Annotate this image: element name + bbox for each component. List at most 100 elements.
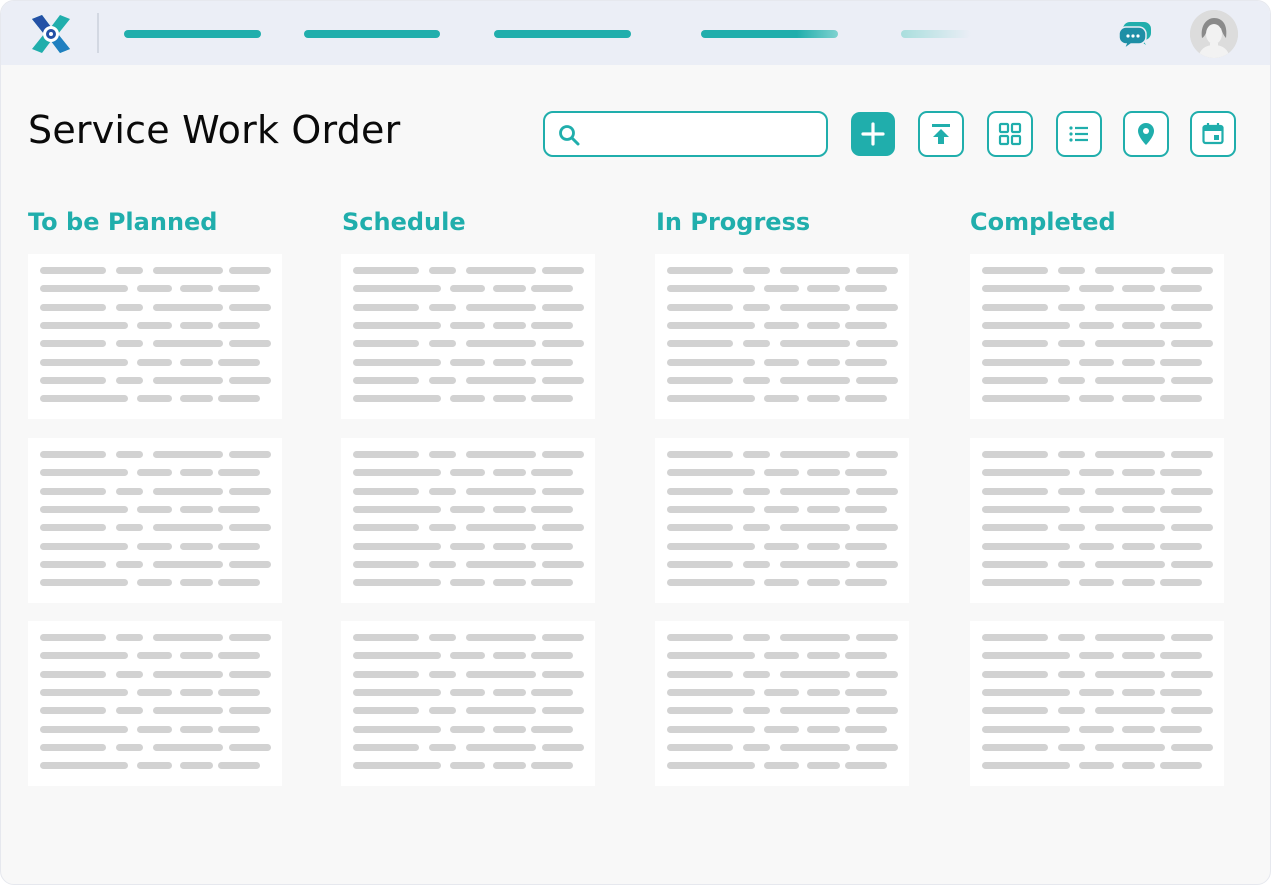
placeholder-text-line: [1122, 505, 1155, 513]
placeholder-text-line: [180, 579, 213, 587]
placeholder-text-line: [40, 542, 128, 550]
nav-item-5[interactable]: [901, 30, 971, 38]
placeholder-text-line: [493, 395, 526, 403]
placeholder-text-line: [982, 707, 1048, 715]
placeholder-text-line: [845, 579, 887, 587]
placeholder-text-line: [137, 762, 172, 770]
placeholder-text-line: [780, 524, 850, 532]
nav-item-4[interactable]: [701, 30, 838, 38]
work-order-card[interactable]: [970, 438, 1224, 603]
placeholder-text-line: [856, 340, 898, 348]
placeholder-text-line: [450, 505, 485, 513]
placeholder-text-line: [1122, 469, 1155, 477]
search-box[interactable]: [543, 111, 828, 157]
nav-item-2[interactable]: [304, 30, 440, 38]
placeholder-text-line: [218, 762, 260, 770]
placeholder-text-line: [1171, 524, 1213, 532]
placeholder-text-line: [1171, 670, 1213, 678]
placeholder-text-line: [229, 524, 271, 532]
placeholder-text-line: [218, 321, 260, 329]
list-view-button[interactable]: [1056, 111, 1102, 157]
placeholder-text-line: [1058, 743, 1085, 751]
placeholder-text-line: [1171, 376, 1213, 384]
work-order-card[interactable]: [341, 621, 595, 786]
placeholder-text-line: [982, 762, 1070, 770]
placeholder-text-line: [764, 285, 799, 293]
placeholder-text-line: [982, 487, 1048, 495]
placeholder-text-line: [180, 285, 213, 293]
placeholder-text-line: [764, 688, 799, 696]
placeholder-text-line: [982, 652, 1070, 660]
upload-button[interactable]: [918, 111, 964, 157]
work-order-card[interactable]: [28, 621, 282, 786]
placeholder-text-line: [807, 285, 840, 293]
placeholder-text-line: [229, 670, 271, 678]
work-order-card[interactable]: [655, 621, 909, 786]
work-order-card[interactable]: [655, 438, 909, 603]
placeholder-text-line: [542, 743, 584, 751]
page-title: Service Work Order: [28, 108, 401, 152]
placeholder-text-line: [40, 469, 128, 477]
nav-item-3[interactable]: [494, 30, 631, 38]
placeholder-text-line: [764, 579, 799, 587]
placeholder-text-line: [40, 688, 128, 696]
placeholder-text-line: [1160, 285, 1202, 293]
placeholder-text-line: [667, 340, 733, 348]
placeholder-text-line: [743, 707, 770, 715]
placeholder-text-line: [429, 560, 456, 568]
calendar-view-button[interactable]: [1190, 111, 1236, 157]
placeholder-text-line: [667, 707, 733, 715]
placeholder-text-line: [180, 321, 213, 329]
placeholder-text-line: [353, 542, 441, 550]
placeholder-text-line: [856, 560, 898, 568]
placeholder-text-line: [982, 560, 1048, 568]
placeholder-text-line: [450, 762, 485, 770]
placeholder-text-line: [667, 285, 755, 293]
placeholder-text-line: [1122, 579, 1155, 587]
placeholder-text-line: [1171, 560, 1213, 568]
work-order-card[interactable]: [970, 254, 1224, 419]
column-title-completed: Completed: [970, 208, 1116, 236]
search-input[interactable]: [591, 119, 815, 149]
placeholder-text-line: [218, 395, 260, 403]
placeholder-text-line: [764, 505, 799, 513]
placeholder-text-line: [845, 688, 887, 696]
work-order-card[interactable]: [341, 254, 595, 419]
placeholder-text-line: [153, 376, 223, 384]
nav-item-1[interactable]: [124, 30, 261, 38]
work-order-card[interactable]: [970, 621, 1224, 786]
placeholder-text-line: [218, 285, 260, 293]
work-order-card[interactable]: [655, 254, 909, 419]
placeholder-text-line: [466, 340, 536, 348]
placeholder-text-line: [667, 376, 733, 384]
placeholder-text-line: [1079, 285, 1114, 293]
user-avatar-icon[interactable]: [1190, 10, 1238, 58]
work-order-card[interactable]: [28, 254, 282, 419]
placeholder-text-line: [353, 725, 441, 733]
work-order-card[interactable]: [28, 438, 282, 603]
grid-view-button[interactable]: [987, 111, 1033, 157]
placeholder-text-line: [1079, 688, 1114, 696]
placeholder-text-line: [1160, 762, 1202, 770]
placeholder-text-line: [542, 560, 584, 568]
topbar-divider: [97, 13, 99, 53]
placeholder-text-line: [116, 340, 143, 348]
placeholder-text-line: [1160, 395, 1202, 403]
placeholder-text-line: [218, 505, 260, 513]
chat-icon[interactable]: [1118, 18, 1152, 52]
placeholder-text-line: [780, 560, 850, 568]
placeholder-text-line: [982, 451, 1048, 458]
placeholder-text-line: [1079, 542, 1114, 550]
placeholder-text-line: [1095, 303, 1165, 311]
placeholder-text-line: [743, 487, 770, 495]
placeholder-text-line: [1079, 321, 1114, 329]
placeholder-text-line: [531, 652, 573, 660]
placeholder-text-line: [153, 303, 223, 311]
placeholder-text-line: [982, 505, 1070, 513]
add-button[interactable]: [851, 112, 895, 156]
map-view-button[interactable]: [1123, 111, 1169, 157]
placeholder-text-line: [229, 634, 271, 641]
placeholder-text-line: [982, 376, 1048, 384]
work-order-card[interactable]: [341, 438, 595, 603]
app-logo-icon[interactable]: [30, 13, 72, 55]
